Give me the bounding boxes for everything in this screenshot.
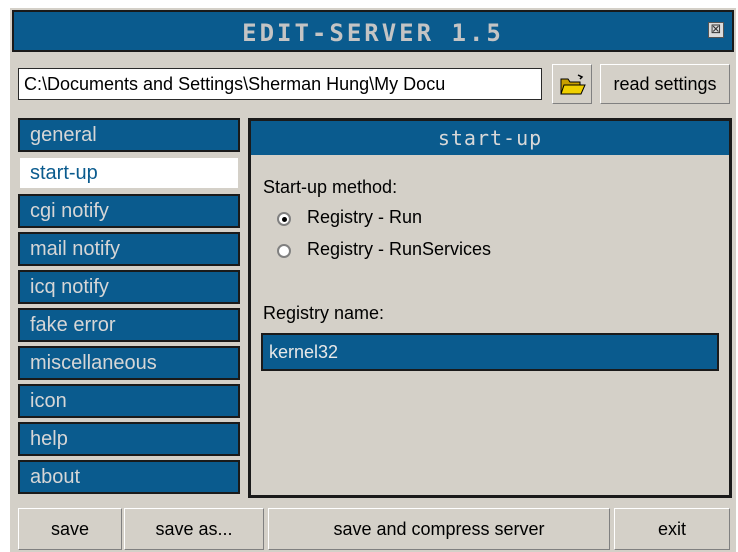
save-and-compress-button[interactable]: save and compress server bbox=[268, 508, 610, 550]
radio-registry-runservices[interactable] bbox=[277, 244, 291, 258]
save-as-button[interactable]: save as... bbox=[124, 508, 264, 550]
start-up-panel: start-up Start-up method: Registry - Run… bbox=[248, 118, 732, 498]
sidebar-item-cgi-notify[interactable]: cgi notify bbox=[18, 194, 240, 228]
sidebar-item-icon[interactable]: icon bbox=[18, 384, 240, 418]
sidebar: general start-up cgi notify mail notify … bbox=[18, 118, 240, 500]
server-path-field[interactable]: C:\Documents and Settings\Sherman Hung\M… bbox=[18, 68, 542, 100]
registry-name-label: Registry name: bbox=[263, 303, 385, 323]
radio-registry-run-label[interactable]: Registry - Run bbox=[307, 207, 422, 228]
sidebar-item-fake-error[interactable]: fake error bbox=[18, 308, 240, 342]
folder-open-icon bbox=[560, 74, 586, 95]
window-title: EDIT-SERVER 1.5 bbox=[242, 19, 504, 47]
close-icon[interactable]: ⊠ bbox=[708, 22, 724, 38]
read-settings-button[interactable]: read settings bbox=[600, 64, 730, 104]
sidebar-item-icq-notify[interactable]: icq notify bbox=[18, 270, 240, 304]
sidebar-item-miscellaneous[interactable]: miscellaneous bbox=[18, 346, 240, 380]
sidebar-item-mail-notify[interactable]: mail notify bbox=[18, 232, 240, 266]
radio-registry-runservices-label[interactable]: Registry - RunServices bbox=[307, 239, 491, 260]
registry-name-input[interactable]: kernel32 bbox=[261, 333, 719, 371]
radio-registry-run[interactable] bbox=[277, 212, 291, 226]
sidebar-item-general[interactable]: general bbox=[18, 118, 240, 152]
radio-selected-dot bbox=[282, 217, 287, 222]
exit-button[interactable]: exit bbox=[614, 508, 730, 550]
startup-method-label: Start-up method: bbox=[263, 177, 398, 197]
edit-server-window: EDIT-SERVER 1.5 ⊠ C:\Documents and Setti… bbox=[10, 8, 736, 552]
sidebar-item-about[interactable]: about bbox=[18, 460, 240, 494]
browse-button[interactable] bbox=[552, 64, 592, 104]
save-button[interactable]: save bbox=[18, 508, 122, 550]
title-bar[interactable]: EDIT-SERVER 1.5 ⊠ bbox=[12, 10, 734, 52]
path-row: C:\Documents and Settings\Sherman Hung\M… bbox=[12, 58, 734, 110]
panel-title: start-up bbox=[251, 121, 729, 155]
sidebar-item-help[interactable]: help bbox=[18, 422, 240, 456]
sidebar-item-start-up[interactable]: start-up bbox=[18, 156, 240, 190]
